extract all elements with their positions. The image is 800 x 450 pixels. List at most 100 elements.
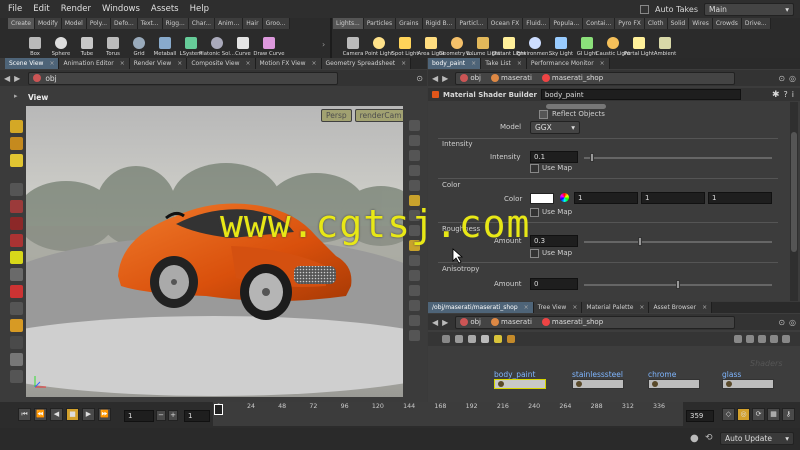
start-frame-field[interactable]: 1: [184, 410, 210, 422]
link-icon[interactable]: ◎: [789, 74, 796, 83]
close-icon[interactable]: ×: [401, 58, 406, 69]
reflect-objects-checkbox[interactable]: [539, 110, 548, 119]
close-icon[interactable]: ×: [702, 302, 707, 313]
close-icon[interactable]: ×: [312, 58, 317, 69]
intensity-slider-knob[interactable]: [589, 153, 594, 162]
align-icon[interactable]: [734, 335, 742, 343]
menu-file[interactable]: File: [8, 4, 22, 14]
magnet-tool-icon[interactable]: [9, 285, 23, 298]
tool-environmen[interactable]: Environmen...: [517, 29, 553, 58]
shelf-tab-particles[interactable]: Particles: [363, 18, 397, 29]
loop-icon[interactable]: ⟳: [752, 408, 765, 421]
shelf-tab-wires[interactable]: Wires: [689, 18, 713, 29]
tab-animation-editor[interactable]: Animation Editor ×: [59, 58, 130, 69]
shelf-tab-defo[interactable]: Defo...: [111, 18, 138, 29]
path-obj[interactable]: obj: [460, 74, 491, 82]
tab-body-paint[interactable]: body_paint ×: [428, 58, 482, 69]
pin-icon[interactable]: ⊙: [778, 74, 785, 83]
tool-grid[interactable]: Grid: [126, 29, 152, 58]
camera-tool-icon[interactable]: [9, 370, 23, 383]
menu-help[interactable]: Help: [190, 4, 209, 14]
path-obj[interactable]: obj: [460, 318, 491, 326]
select-tool-icon[interactable]: [9, 120, 23, 133]
param-scrollbar[interactable]: [790, 102, 798, 301]
material-node-box[interactable]: [572, 379, 624, 389]
menu-windows[interactable]: Windows: [102, 4, 140, 14]
material-node-chrome[interactable]: chrome: [648, 370, 700, 389]
tab-performance-monitor[interactable]: Performance Monitor ×: [526, 58, 610, 69]
close-icon[interactable]: ×: [517, 58, 522, 69]
shelf-tab-modify[interactable]: Modify: [34, 18, 62, 29]
material-node-box[interactable]: [648, 379, 700, 389]
shelf-tab-model[interactable]: Model: [61, 18, 87, 29]
help-icon[interactable]: ?: [784, 90, 788, 99]
close-icon[interactable]: ×: [639, 302, 644, 313]
real-time-toggle-icon[interactable]: ◎: [737, 408, 750, 421]
roughness-slider-knob[interactable]: [638, 237, 643, 246]
dependency-icon[interactable]: [770, 335, 778, 343]
shelf-tab-cloth[interactable]: Cloth: [644, 18, 668, 29]
shelf-tab-crowds[interactable]: Crowds: [712, 18, 742, 29]
shelf-tab-fluid[interactable]: Fluid...: [523, 18, 551, 29]
camera-icon[interactable]: [408, 315, 420, 326]
global-animation-options-icon[interactable]: ▦: [767, 408, 780, 421]
shelf-tab-particl[interactable]: Particl...: [456, 18, 488, 29]
wireframe-icon[interactable]: [408, 165, 420, 176]
view-expand-icon[interactable]: ▸: [14, 92, 18, 100]
display-options-icon[interactable]: [408, 120, 420, 131]
timeline-ruler[interactable]: 124487296120144168192216240264288312336: [213, 402, 683, 426]
path-maserati-shop[interactable]: maserati_shop: [541, 318, 613, 326]
tool-draw-curve[interactable]: Draw Curve: [253, 29, 285, 58]
close-icon[interactable]: ×: [471, 58, 476, 69]
tab-take-list[interactable]: Take List ×: [481, 58, 527, 69]
tool-curve[interactable]: Curve: [230, 29, 256, 58]
info-icon[interactable]: i: [792, 90, 794, 99]
tool-sky-light[interactable]: Sky Light: [548, 29, 574, 58]
model-select[interactable]: GGX ▾: [530, 121, 580, 134]
forward-arrow-icon[interactable]: ▶: [442, 74, 448, 83]
material-node-glass[interactable]: glass: [722, 370, 774, 389]
stop-button[interactable]: ■: [66, 408, 79, 421]
grid-snap-icon[interactable]: [746, 335, 754, 343]
shelf-tab-poly[interactable]: Poly...: [86, 18, 112, 29]
shelf-tab-lights[interactable]: Lights...: [333, 18, 364, 29]
gear-icon[interactable]: ✱: [772, 90, 780, 100]
tool-caustic-light[interactable]: Caustic Light: [596, 29, 630, 58]
anisotropy-field[interactable]: 0: [530, 278, 578, 290]
key-icon[interactable]: ⚷: [782, 408, 795, 421]
shelf-tab-rigid-b[interactable]: Rigid B...: [422, 18, 457, 29]
shaded-icon[interactable]: [408, 180, 420, 191]
color-g-field[interactable]: 1: [641, 192, 705, 204]
shelf-tab-create[interactable]: Create: [8, 18, 35, 29]
playhead[interactable]: [214, 404, 223, 415]
handle-tool-icon[interactable]: [9, 200, 23, 213]
param-scrollbar-thumb[interactable]: [791, 132, 797, 252]
play-button[interactable]: ▶: [82, 408, 95, 421]
sticky-note-icon[interactable]: [494, 335, 502, 343]
ghost-icon[interactable]: [408, 150, 420, 161]
link-icon[interactable]: [408, 300, 420, 311]
tab-render-view[interactable]: Render View ×: [129, 58, 188, 69]
frame-decrement-button[interactable]: −: [156, 410, 166, 421]
shelf-tab-ocean-fx[interactable]: Ocean FX: [487, 18, 524, 29]
node-name-field[interactable]: body_paint: [540, 89, 741, 100]
list-mode-icon[interactable]: [442, 335, 450, 343]
forward-arrow-icon[interactable]: ▶: [14, 74, 20, 83]
tool-metaball[interactable]: Metaball: [152, 29, 178, 58]
pin-icon[interactable]: ⊙: [416, 74, 423, 83]
shelf-tab-hair[interactable]: Hair: [243, 18, 263, 29]
path-maserati[interactable]: maserati: [490, 318, 542, 326]
go-to-start-button[interactable]: ⏮: [18, 408, 31, 421]
flag-icon[interactable]: [782, 335, 790, 343]
path-maserati-shop[interactable]: maserati_shop: [541, 74, 613, 82]
dot-icon[interactable]: [408, 255, 420, 266]
pin-icon[interactable]: ⊙: [778, 318, 785, 327]
link-icon[interactable]: ◎: [789, 318, 796, 327]
color-use-map-checkbox[interactable]: [530, 208, 539, 217]
close-icon[interactable]: ×: [246, 58, 251, 69]
chat-bubble-icon[interactable]: ●: [690, 433, 699, 444]
snapshot-icon[interactable]: [408, 330, 420, 341]
material-node-box[interactable]: [722, 379, 774, 389]
rotate-tool-icon[interactable]: [9, 154, 23, 167]
tool-box[interactable]: Box: [22, 29, 48, 58]
